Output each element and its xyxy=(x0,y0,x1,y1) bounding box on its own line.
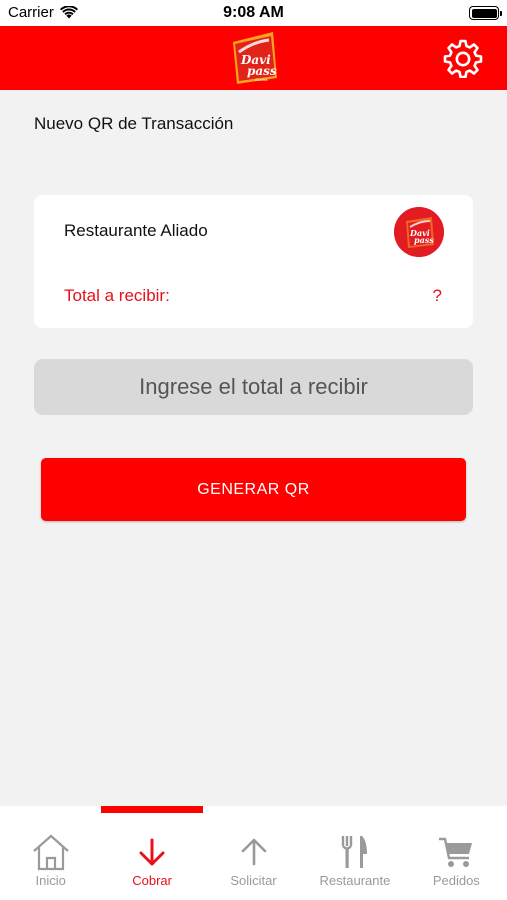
app-header: Davi pass Aliados xyxy=(0,26,507,90)
amount-input[interactable] xyxy=(34,359,473,415)
svg-text:pass: pass xyxy=(247,64,277,78)
tab-solicitar[interactable]: Solicitar xyxy=(203,806,304,900)
arrow-down-icon xyxy=(132,832,172,872)
davipass-avatar-icon: Davi pass xyxy=(394,207,444,257)
tab-restaurante[interactable]: Restaurante xyxy=(304,806,405,900)
svg-text:pass: pass xyxy=(414,235,434,245)
davipass-logo: Davi pass Aliados xyxy=(233,32,277,84)
merchant-logo-avatar: Davi pass xyxy=(394,207,444,257)
status-bar: Carrier 9:08 AM xyxy=(0,0,507,26)
tab-bar: Inicio Cobrar Solicitar Restaurante Pedi… xyxy=(0,806,507,900)
tab-label: Pedidos xyxy=(432,873,480,888)
settings-gear-icon[interactable] xyxy=(443,38,483,78)
svg-text:Aliados: Aliados xyxy=(255,78,268,82)
total-label: Total a recibir: xyxy=(64,286,170,305)
tab-label: Solicitar xyxy=(230,873,277,888)
tab-label: Cobrar xyxy=(132,873,172,888)
merchant-name: Restaurante Aliado xyxy=(64,221,208,240)
tab-label: Inicio xyxy=(35,873,66,888)
cart-icon xyxy=(436,832,476,872)
tab-label: Restaurante xyxy=(319,873,391,888)
active-tab-indicator xyxy=(101,806,203,813)
home-icon xyxy=(31,832,71,872)
total-value: ? xyxy=(432,286,442,305)
transaction-card: Restaurante Aliado Davi pass Total a rec… xyxy=(34,195,473,328)
arrow-up-icon xyxy=(234,832,274,872)
fork-knife-icon xyxy=(335,832,375,872)
status-time: 9:08 AM xyxy=(223,4,284,21)
battery-icon xyxy=(469,6,502,20)
tab-pedidos[interactable]: Pedidos xyxy=(406,806,507,900)
tab-inicio[interactable]: Inicio xyxy=(0,806,101,900)
tab-cobrar[interactable]: Cobrar xyxy=(101,806,203,900)
generate-qr-button[interactable]: GENERAR QR xyxy=(41,458,466,521)
page-title: Nuevo QR de Transacción xyxy=(34,114,234,133)
